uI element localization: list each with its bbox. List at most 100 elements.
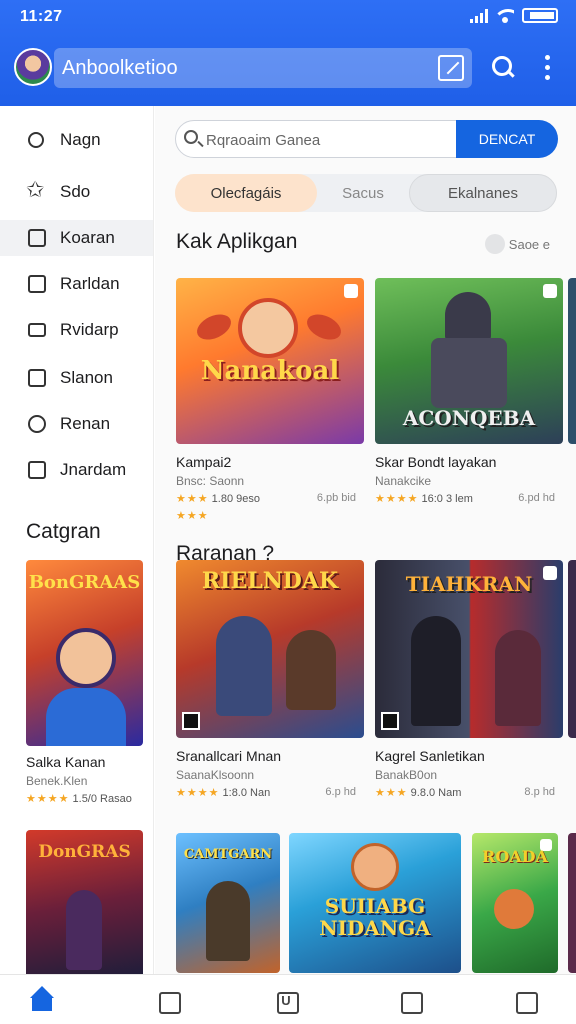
filter-chips: Olecfagáis Sacus Ekalnanes [175, 174, 557, 212]
search-icon [28, 132, 44, 148]
sidebar-item-label: Rarldan [60, 274, 120, 293]
search-icon [184, 130, 198, 144]
game-thumbnail[interactable]: ACONQEBA [375, 278, 563, 444]
game-name: Salka Kanan [26, 754, 106, 770]
game-publisher: Benek.Klen [26, 774, 88, 788]
game-art-title: CAMTGARN [183, 847, 273, 862]
chip-filter[interactable]: Olecfagáis [175, 174, 317, 212]
see-more-link[interactable]: Saoe e [484, 234, 550, 254]
game-thumbnail[interactable]: TIAHKRAN [375, 560, 563, 738]
game-art-title: RIELNDAK [201, 568, 339, 594]
chip-filter[interactable]: Ekalnanes [409, 174, 557, 212]
game-thumbnail[interactable]: CAMTGARN [176, 833, 280, 973]
game-thumbnail[interactable]: RIELNDAK [176, 560, 364, 738]
bottom-nav: U [0, 974, 576, 1024]
game-thumbnail[interactable]: DonGRAS [26, 830, 143, 974]
side-game-card[interactable]: DonGRAS [26, 830, 144, 974]
search-icon[interactable] [484, 50, 520, 86]
search-box[interactable] [175, 120, 458, 158]
sidebar-item-label: Slanon [60, 368, 113, 387]
edit-icon [28, 275, 46, 293]
game-art-title: BonGRAAS [28, 572, 141, 593]
game-thumbnail[interactable]: ROADA [472, 833, 558, 973]
search-input[interactable] [206, 129, 446, 151]
section-title: Kak Aplikgan [176, 230, 298, 253]
sidebar-item-label: Sdo [60, 182, 91, 201]
app-title: Anboolketioo [62, 57, 178, 79]
category-title: Catgran [26, 520, 101, 543]
status-bar: 11:27 [0, 0, 576, 34]
game-rating: ★★★ 9.8.0 Nam 8.p hd [375, 786, 555, 799]
chart-icon [28, 369, 46, 387]
sidebar-item-label: Nagn [60, 130, 101, 149]
sidebar-item-renan[interactable]: Renan [0, 406, 153, 442]
search-button[interactable]: DENCAT [456, 120, 558, 158]
game-art-title: Nanakoal [200, 356, 340, 386]
square-icon [28, 229, 46, 247]
game-rating: ★★★★ 16:0 3 lem 6.pd hd [375, 492, 555, 505]
game-name: Kagrel Sanletikan [375, 748, 485, 764]
sidebar-item-label: Koaran [60, 228, 115, 247]
game-thumbnail-peek[interactable] [568, 278, 576, 444]
game-thumbnail[interactable]: SUIIABG NIDANGA [289, 833, 461, 973]
game-art-title: TIAHKRAN [405, 572, 533, 596]
badge-icon [344, 284, 358, 298]
status-icons [470, 8, 558, 23]
game-card[interactable]: RIELNDAK Sranallcari Mnan SaanaKlsoonn ★… [176, 560, 364, 799]
home-icon[interactable] [27, 985, 57, 1015]
sidebar: Nagn Sdo Koaran Rarldan Rvidarp Slanon R… [0, 106, 154, 974]
game-card[interactable]: Nanakoal Kampai2 Bnsc: Saonn ★★★ 1.80 9e… [176, 278, 364, 522]
briefcase-icon[interactable] [510, 985, 540, 1015]
game-extra-rating: ★★★ [176, 510, 209, 522]
puzzle-icon [28, 415, 46, 433]
tablet-icon[interactable]: U [271, 985, 301, 1015]
edit-icon[interactable] [438, 55, 464, 81]
wifi-icon [496, 8, 514, 23]
game-card[interactable]: ACONQEBA Skar Bondt layakan Nanakcike ★★… [375, 278, 563, 505]
game-rating: ★★★★ 1.5/0 Rasao [26, 793, 132, 805]
game-card[interactable]: TIAHKRAN Kagrel Sanletikan BanakB0on ★★★… [375, 560, 563, 799]
game-thumbnail-peek[interactable] [568, 560, 576, 738]
sidebar-item-label: Renan [60, 414, 111, 433]
game-thumbnail[interactable]: BonGRAAS [26, 560, 143, 746]
signal-icon [470, 8, 488, 23]
game-publisher: Nanakcike [375, 474, 432, 488]
sidebar-item-nagn[interactable]: Nagn [0, 122, 153, 158]
shield-icon[interactable] [153, 985, 183, 1015]
game-rating: ★★★ 1.80 9eso 6.pb bid [176, 492, 356, 505]
sidebar-item-slanon[interactable]: Slanon [0, 360, 153, 396]
sidebar-item-koaran[interactable]: Koaran [0, 220, 153, 256]
sidebar-item-label: Jnardam [60, 460, 127, 479]
side-game-card[interactable]: BonGRAAS Salka Kanan Benek.Klen ★★★★ 1.5… [26, 560, 144, 805]
battery-icon [522, 8, 558, 23]
star-icon [26, 177, 46, 203]
more-icon [484, 234, 505, 254]
game-publisher: SaanaKlsoonn [176, 768, 255, 782]
sidebar-item-jnardam[interactable]: Jnardam [0, 452, 153, 488]
status-time: 11:27 [20, 8, 63, 25]
game-thumbnail[interactable]: Nanakoal [176, 278, 364, 444]
top-bar: 11:27 Anboolketioo [0, 0, 576, 106]
game-art-title: ACONQEBA [402, 406, 536, 430]
game-name: Kampai2 [176, 454, 232, 470]
game-art-title: ROADA [482, 847, 548, 866]
sidebar-item-rvidarp[interactable]: Rvidarp [0, 312, 153, 348]
bag-icon [28, 461, 46, 479]
game-thumbnail-peek[interactable] [568, 833, 576, 973]
avatar[interactable] [14, 48, 52, 86]
sidebar-item-sdo[interactable]: Sdo [0, 174, 153, 210]
app-bar: Anboolketioo [0, 40, 576, 96]
mail-icon[interactable] [395, 985, 425, 1015]
game-name: Sranallcari Mnan [176, 748, 282, 764]
game-art-title: SUIIABG NIDANGA [319, 894, 431, 940]
chip-filter[interactable]: Sacus [317, 174, 409, 212]
game-art-title: DonGRAS [38, 842, 131, 862]
badge-icon [543, 284, 557, 298]
more-vert-icon[interactable] [530, 50, 566, 86]
sidebar-item-rarldan[interactable]: Rarldan [0, 266, 153, 302]
main-content: DENCAT Olecfagáis Sacus Ekalnanes Kak Ap… [155, 106, 576, 974]
see-more-label: Saoe e [508, 236, 550, 252]
keyboard-icon [28, 323, 46, 337]
app-title-bar[interactable]: Anboolketioo [54, 48, 472, 88]
game-rating: ★★★★ 1:8.0 Nan 6.p hd [176, 786, 356, 799]
